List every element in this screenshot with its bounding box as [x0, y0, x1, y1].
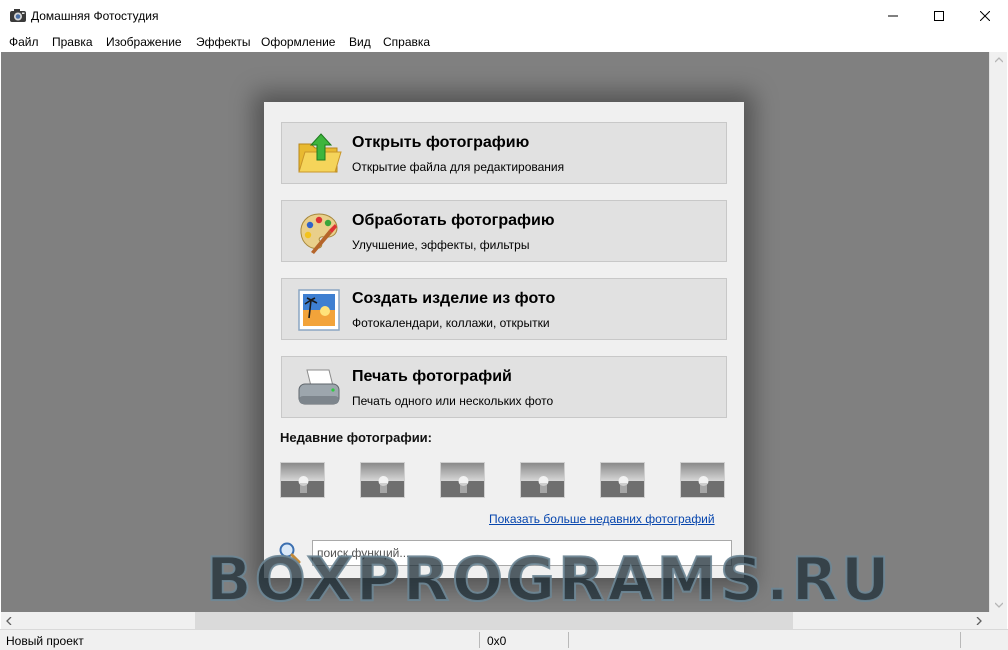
print-photos-button[interactable]: Печать фотографий Печать одного или неск…	[281, 356, 727, 418]
watermark-text: BOXPROGRAMS.RU	[205, 545, 893, 615]
recent-photo-thumbnail[interactable]	[440, 462, 485, 498]
recent-photo-thumbnail[interactable]	[680, 462, 725, 498]
show-more-recent-link[interactable]: Показать больше недавних фотографий	[489, 512, 715, 526]
menu-help[interactable]: Справка	[383, 35, 430, 49]
recent-photos-title: Недавние фотографии:	[280, 430, 433, 445]
menu-design[interactable]: Оформление	[261, 35, 335, 49]
status-bar: Новый проект 0x0	[0, 629, 1008, 650]
action-subtitle: Открытие файла для редактирования	[352, 160, 565, 174]
recent-photo-thumbnail[interactable]	[600, 462, 645, 498]
open-folder-icon	[295, 130, 343, 178]
recent-photo-thumbnail[interactable]	[280, 462, 325, 498]
menu-edit[interactable]: Правка	[52, 35, 93, 49]
status-divider	[568, 632, 569, 648]
palette-icon	[295, 208, 343, 256]
close-button[interactable]	[962, 0, 1008, 32]
create-product-button[interactable]: Создать изделие из фото Фотокалендари, к…	[281, 278, 727, 340]
action-title: Обработать фотографию	[352, 212, 555, 229]
status-divider	[960, 632, 961, 648]
status-project: Новый проект	[6, 634, 84, 648]
recent-photo-thumbnail[interactable]	[360, 462, 405, 498]
vertical-scrollbar[interactable]	[989, 52, 1007, 629]
window-title: Домашняя Фотостудия	[31, 9, 159, 23]
action-title: Создать изделие из фото	[352, 290, 556, 307]
menu-effects[interactable]: Эффекты	[196, 35, 251, 49]
title-bar: Домашняя Фотостудия	[0, 0, 1008, 32]
minimize-button[interactable]	[870, 0, 916, 32]
start-panel: Открыть фотографию Открытие файла для ре…	[264, 102, 744, 578]
action-subtitle: Улучшение, эффекты, фильтры	[352, 238, 530, 252]
action-title: Печать фотографий	[352, 368, 512, 385]
printer-icon	[295, 364, 343, 412]
scroll-down-icon[interactable]	[995, 602, 1003, 608]
menu-image[interactable]: Изображение	[106, 35, 182, 49]
action-subtitle: Фотокалендари, коллажи, открытки	[352, 316, 550, 330]
edit-photo-button[interactable]: Обработать фотографию Улучшение, эффекты…	[281, 200, 727, 262]
scrollbar-corner	[989, 612, 1007, 629]
menu-file[interactable]: Файл	[9, 35, 39, 49]
menu-view[interactable]: Вид	[349, 35, 371, 49]
photo-product-icon	[295, 286, 343, 334]
scroll-right-icon[interactable]	[976, 617, 982, 625]
scroll-up-icon[interactable]	[995, 57, 1003, 63]
open-photo-button[interactable]: Открыть фотографию Открытие файла для ре…	[281, 122, 727, 184]
action-subtitle: Печать одного или нескольких фото	[352, 394, 554, 408]
maximize-button[interactable]	[916, 0, 962, 32]
status-dimensions: 0x0	[487, 634, 507, 648]
action-title: Открыть фотографию	[352, 134, 530, 151]
camera-icon	[9, 8, 27, 23]
scroll-left-icon[interactable]	[6, 617, 12, 625]
menu-bar: Файл Правка Изображение Эффекты Оформлен…	[0, 32, 1008, 52]
recent-photo-thumbnail[interactable]	[520, 462, 565, 498]
status-divider	[479, 632, 480, 648]
